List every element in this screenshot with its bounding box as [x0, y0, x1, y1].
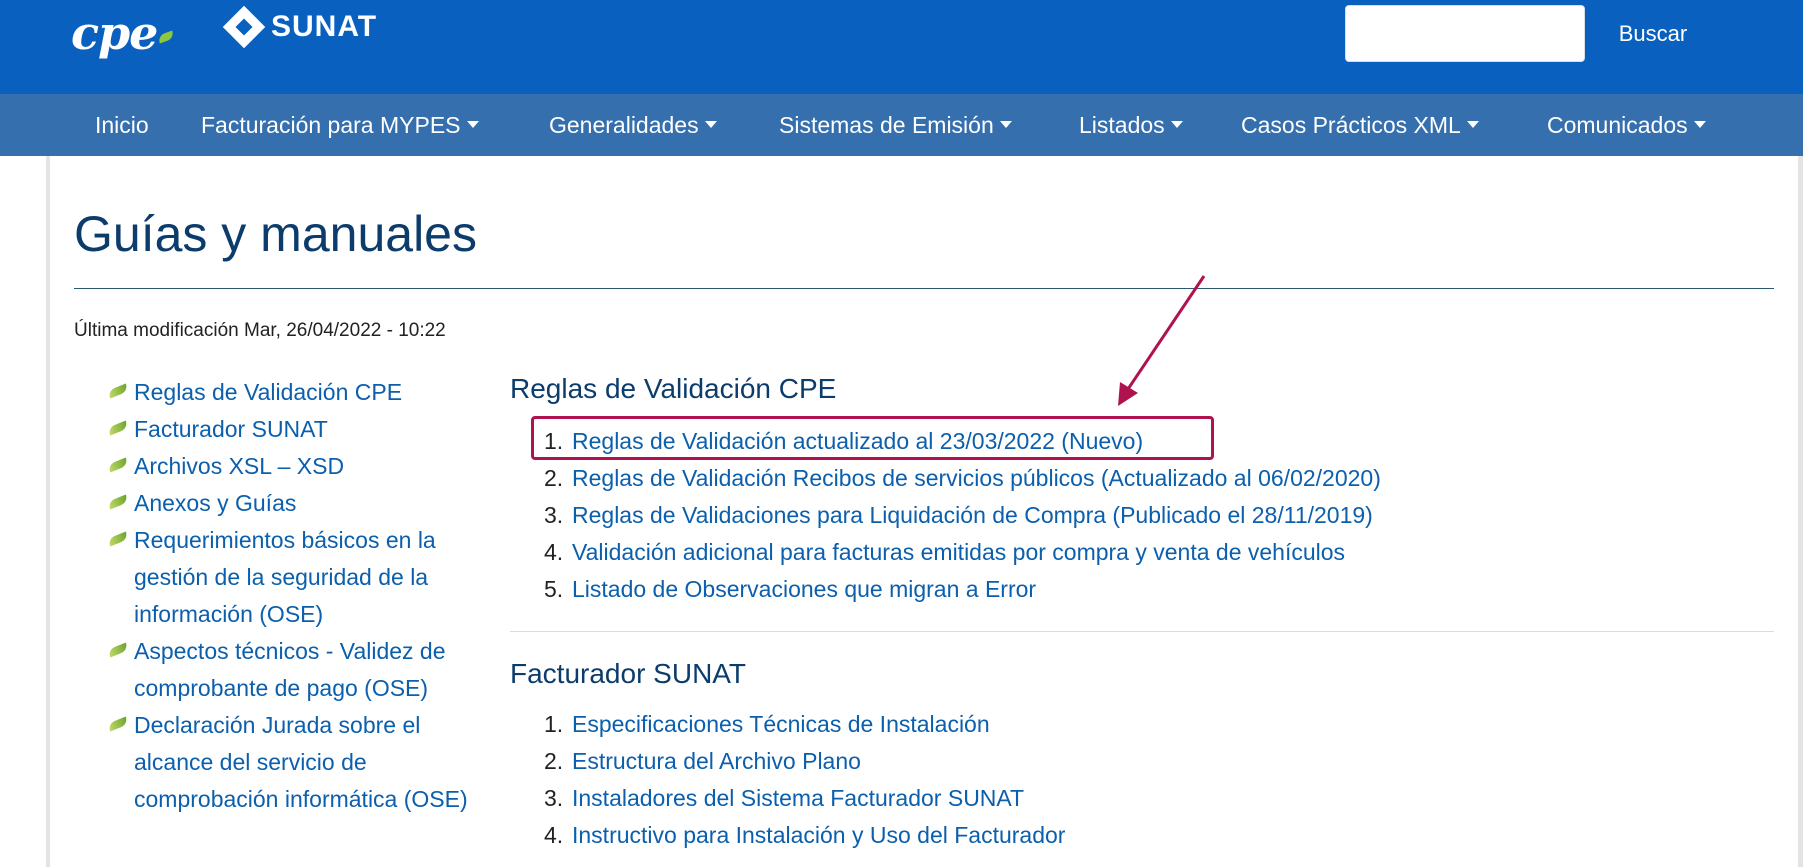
- sidebar-item-label: Archivos XSL – XSD: [134, 453, 345, 479]
- nav-item-label: Inicio: [95, 112, 149, 138]
- leaf-bullet-icon: [107, 642, 129, 658]
- search-input[interactable]: [1345, 5, 1585, 62]
- cpe-logo[interactable]: cpe: [71, 6, 176, 60]
- reglas-recibos-link[interactable]: Reglas de Validación Recibos de servicio…: [572, 465, 1381, 491]
- caret-down-icon: [1170, 121, 1183, 129]
- sidebar-item-label: Declaración Jurada sobre el alcance del …: [134, 712, 468, 812]
- list-item-number: 5.: [544, 576, 564, 602]
- list-item: 3. Reglas de Validaciones para Liquidació…: [544, 497, 1381, 534]
- nav-item-facturacion-mypes[interactable]: Facturación para MYPES: [201, 94, 479, 156]
- leaf-bullet-icon: [107, 457, 129, 473]
- sidebar-item-label: Requerimientos básicos en la gestión de …: [134, 527, 436, 627]
- nav-item-casos-practicos-xml[interactable]: Casos Prácticos XML: [1241, 94, 1479, 156]
- list-item-number: 2.: [544, 465, 564, 491]
- sidebar-item-declaracion-jurada[interactable]: Declaración Jurada sobre el alcance del …: [104, 707, 476, 818]
- list-item-number: 1.: [544, 711, 564, 737]
- sidebar-item-label: Reglas de Validación CPE: [134, 379, 403, 405]
- list-item-number: 4.: [544, 822, 564, 848]
- sidebar-item-archivos-xsl-xsd[interactable]: Archivos XSL – XSD: [104, 448, 476, 485]
- validacion-vehiculos-link[interactable]: Validación adicional para facturas emiti…: [572, 539, 1345, 565]
- nav-item-label: Sistemas de Emisión: [779, 112, 994, 138]
- list-item: 3. Instaladores del Sistema Facturador SU…: [544, 780, 1065, 817]
- nav-item-label: Facturación para MYPES: [201, 112, 461, 138]
- nav-item-sistemas-emision[interactable]: Sistemas de Emisión: [779, 94, 1012, 156]
- content-left-border: [46, 156, 50, 867]
- section-heading-reglas-validacion: Reglas de Validación CPE: [510, 373, 837, 404]
- leaf-bullet-icon: [107, 531, 129, 547]
- leaf-bullet-icon: [107, 420, 129, 436]
- list-item: 4. Instructivo para Instalación y Uso del…: [544, 817, 1065, 854]
- caret-down-icon: [1693, 121, 1706, 129]
- nav-item-label: Generalidades: [549, 112, 699, 138]
- list-item: 4. Validación adicional para facturas emi…: [544, 534, 1381, 571]
- sidebar-item-anexos-guias[interactable]: Anexos y Guías: [104, 485, 476, 522]
- sidebar-item-facturador-sunat[interactable]: Facturador SUNAT: [104, 411, 476, 448]
- caret-down-icon: [999, 121, 1012, 129]
- top-header: cpe SUNAT Buscar: [0, 0, 1803, 94]
- especificaciones-instalacion-link[interactable]: Especificaciones Técnicas de Instalación: [572, 711, 990, 737]
- leaf-bullet-icon: [107, 383, 129, 399]
- list-item: 2. Reglas de Validación Recibos de servic…: [544, 460, 1381, 497]
- list-item-number: 4.: [544, 539, 564, 565]
- list-item: 1. Especificaciones Técnicas de Instalaci…: [544, 706, 1065, 743]
- sunat-diamond-icon: [222, 5, 266, 49]
- sunat-logo-text: SUNAT: [271, 10, 378, 43]
- sidebar-item-reglas-validacion[interactable]: Reglas de Validación CPE: [104, 374, 476, 411]
- page-title: Guías y manuales: [74, 206, 477, 262]
- leaf-bullet-icon: [107, 716, 129, 732]
- leaf-icon: [157, 30, 176, 44]
- estructura-archivo-plano-link[interactable]: Estructura del Archivo Plano: [572, 748, 861, 774]
- caret-down-icon: [1466, 121, 1479, 129]
- instaladores-facturador-link[interactable]: Instaladores del Sistema Facturador SUNA…: [572, 785, 1024, 811]
- sidebar-item-requerimientos-seguridad[interactable]: Requerimientos básicos en la gestión de …: [104, 522, 476, 633]
- last-modified-text: Última modificación Mar, 26/04/2022 - 10…: [74, 320, 446, 341]
- section-heading-facturador-sunat: Facturador SUNAT: [510, 658, 746, 689]
- nav-item-label: Comunicados: [1547, 112, 1688, 138]
- nav-item-comunicados[interactable]: Comunicados: [1547, 94, 1706, 156]
- sidebar-item-aspectos-tecnicos[interactable]: Aspectos técnicos - Validez de comproban…: [104, 633, 476, 707]
- annotation-arrow-icon: [1118, 275, 1206, 406]
- nav-item-generalidades[interactable]: Generalidades: [549, 94, 717, 156]
- title-divider: [74, 288, 1774, 289]
- annotation-highlight-box: [531, 416, 1214, 460]
- leaf-bullet-icon: [107, 494, 129, 510]
- nav-item-label: Casos Prácticos XML: [1241, 112, 1461, 138]
- caret-down-icon: [466, 121, 479, 129]
- sunat-logo[interactable]: SUNAT: [222, 5, 378, 49]
- nav-item-inicio[interactable]: Inicio: [95, 94, 149, 156]
- facturador-sunat-list: 1. Especificaciones Técnicas de Instalaci…: [544, 706, 1065, 854]
- section-divider: [510, 631, 1774, 632]
- observaciones-error-link[interactable]: Listado de Observaciones que migran a Er…: [572, 576, 1036, 602]
- sidebar-nav: Reglas de Validación CPE Facturador SUNA…: [104, 374, 476, 818]
- instructivo-instalacion-link[interactable]: Instructivo para Instalación y Uso del F…: [572, 822, 1065, 848]
- nav-item-label: Listados: [1079, 112, 1165, 138]
- list-item-number: 3.: [544, 502, 564, 528]
- list-item-number: 2.: [544, 748, 564, 774]
- list-item: 5. Listado de Observaciones que migran a …: [544, 571, 1381, 608]
- cpe-logo-text: cpe: [71, 6, 158, 60]
- caret-down-icon: [704, 121, 717, 129]
- main-nav: Inicio Facturación para MYPES Generalida…: [0, 94, 1803, 156]
- sidebar-item-label: Aspectos técnicos - Validez de comproban…: [134, 638, 446, 701]
- sidebar-item-label: Anexos y Guías: [134, 490, 297, 516]
- list-item-number: 3.: [544, 785, 564, 811]
- reglas-liquidacion-link[interactable]: Reglas de Validaciones para Liquidación …: [572, 502, 1373, 528]
- content-right-border: [1798, 156, 1803, 867]
- nav-item-listados[interactable]: Listados: [1079, 94, 1183, 156]
- sidebar-item-label: Facturador SUNAT: [134, 416, 328, 442]
- list-item: 2. Estructura del Archivo Plano: [544, 743, 1065, 780]
- search-button[interactable]: Buscar: [1590, 5, 1716, 62]
